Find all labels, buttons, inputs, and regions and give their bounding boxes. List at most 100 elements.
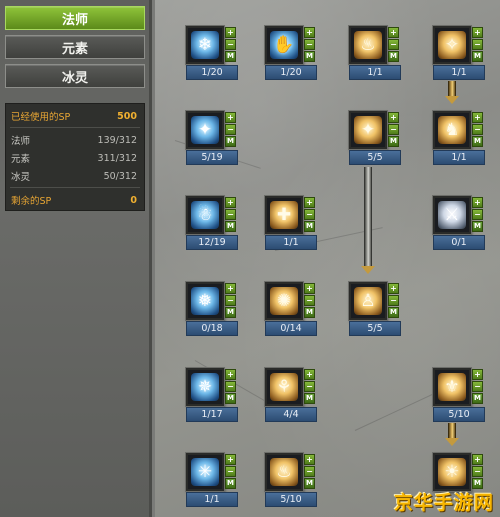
skill-max-button[interactable]: M [472, 136, 483, 147]
skill-max-button[interactable]: M [225, 221, 236, 232]
skill-slot: ✋ + − M 1/20 [265, 26, 321, 82]
skill-minus-button[interactable]: − [225, 39, 236, 50]
sp-row-mage: 法师 139/312 [11, 133, 137, 148]
skill-max-button[interactable]: M [225, 478, 236, 489]
sp-remaining-value: 0 [130, 194, 137, 206]
ice-crystal-icon: ❅ [191, 287, 219, 315]
skill-max-button[interactable]: M [304, 393, 315, 404]
skill-max-button[interactable]: M [304, 221, 315, 232]
skill-minus-button[interactable]: − [225, 209, 236, 220]
skill-button[interactable]: ⚘ [265, 368, 303, 406]
skill-button[interactable]: ✚ [265, 196, 303, 234]
skill-button[interactable]: ✦ [186, 111, 224, 149]
skill-max-button[interactable]: M [225, 51, 236, 62]
skill-button[interactable]: ✧ [433, 26, 471, 64]
skill-max-button[interactable]: M [225, 307, 236, 318]
skill-button[interactable]: ✵ [186, 368, 224, 406]
skill-plus-button[interactable]: + [304, 454, 315, 465]
skill-plus-button[interactable]: + [225, 27, 236, 38]
skill-button[interactable]: ♨ [349, 26, 387, 64]
skill-minus-button[interactable]: − [225, 381, 236, 392]
skill-minus-button[interactable]: − [225, 124, 236, 135]
sp-row-elemental: 元素 311/312 [11, 151, 137, 166]
skill-slot: ♨ + − M 1/1 [349, 26, 405, 82]
skill-max-button[interactable]: M [304, 478, 315, 489]
skill-minus-button[interactable]: − [225, 295, 236, 306]
skill-button[interactable]: ♙ [349, 282, 387, 320]
skill-slot: ✚ + − M 1/1 [265, 196, 321, 252]
skill-max-button[interactable]: M [388, 136, 399, 147]
skill-button[interactable]: ☃ [186, 196, 224, 234]
tab-ice-spirit[interactable]: 冰灵 [5, 64, 145, 88]
skill-max-button[interactable]: M [388, 307, 399, 318]
skill-max-button[interactable]: M [304, 307, 315, 318]
skill-plus-button[interactable]: + [304, 27, 315, 38]
skill-level: 5/5 [349, 150, 401, 165]
skill-plus-button[interactable]: + [225, 369, 236, 380]
ice-swirl-icon: ❄ [191, 31, 219, 59]
skill-plus-button[interactable]: + [472, 27, 483, 38]
skill-button[interactable]: ❅ [186, 282, 224, 320]
tab-mage[interactable]: 法师 [5, 6, 145, 30]
skill-max-button[interactable]: M [304, 51, 315, 62]
skill-plus-button[interactable]: + [388, 27, 399, 38]
skill-button[interactable]: ✦ [349, 111, 387, 149]
fire-sun-icon: ☀ [438, 458, 466, 486]
skill-minus-button[interactable]: − [472, 124, 483, 135]
skill-plus-button[interactable]: + [304, 283, 315, 294]
skill-plus-button[interactable]: + [388, 112, 399, 123]
skill-plus-button[interactable]: + [472, 454, 483, 465]
skill-max-button[interactable]: M [472, 51, 483, 62]
skill-minus-button[interactable]: − [304, 466, 315, 477]
ice-claw-icon: ✋ [270, 31, 298, 59]
skill-minus-button[interactable]: − [225, 466, 236, 477]
skill-minus-button[interactable]: − [388, 39, 399, 50]
tab-elemental[interactable]: 元素 [5, 35, 145, 59]
ice-star-icon: ✦ [191, 116, 219, 144]
prereq-arrow-shaft [448, 81, 456, 97]
skill-level: 5/10 [433, 407, 485, 422]
skill-plus-button[interactable]: + [472, 112, 483, 123]
skill-max-button[interactable]: M [388, 51, 399, 62]
skill-max-button[interactable]: M [472, 221, 483, 232]
skill-minus-button[interactable]: − [304, 381, 315, 392]
skill-plus-button[interactable]: + [225, 197, 236, 208]
skill-plus-button[interactable]: + [388, 283, 399, 294]
skill-button[interactable]: ♨ [265, 453, 303, 491]
skill-minus-button[interactable]: − [304, 209, 315, 220]
skill-plus-button[interactable]: + [304, 197, 315, 208]
prereq-arrow-shaft [448, 423, 456, 439]
skill-minus-button[interactable]: − [472, 209, 483, 220]
skill-max-button[interactable]: M [225, 136, 236, 147]
skill-plus-button[interactable]: + [472, 369, 483, 380]
skill-minus-button[interactable]: − [388, 295, 399, 306]
skill-minus-button[interactable]: − [472, 466, 483, 477]
skill-max-button[interactable]: M [472, 393, 483, 404]
skill-button[interactable]: ❄ [186, 26, 224, 64]
skill-level: 1/1 [349, 65, 401, 80]
fire-wings-icon: ✧ [438, 31, 466, 59]
skill-minus-button[interactable]: − [388, 124, 399, 135]
skill-minus-button[interactable]: − [304, 39, 315, 50]
skill-button[interactable]: ♞ [433, 111, 471, 149]
skill-plus-button[interactable]: + [225, 454, 236, 465]
skill-plus-button[interactable]: + [472, 197, 483, 208]
skill-plus-button[interactable]: + [225, 283, 236, 294]
skill-max-button[interactable]: M [225, 393, 236, 404]
skill-button[interactable]: ☀ [433, 453, 471, 491]
skill-button[interactable]: ✺ [265, 282, 303, 320]
skill-minus-button[interactable]: − [472, 381, 483, 392]
skill-button[interactable]: ✳ [186, 453, 224, 491]
skill-slot: ❅ + − M 0/18 [186, 282, 242, 338]
skill-button[interactable]: ⚔ [433, 196, 471, 234]
skill-button[interactable]: ⚜ [433, 368, 471, 406]
skill-button[interactable]: ✋ [265, 26, 303, 64]
skill-minus-button[interactable]: − [472, 39, 483, 50]
skill-plus-button[interactable]: + [304, 369, 315, 380]
skill-level: 1/1 [265, 235, 317, 250]
sidebar: 法师 元素 冰灵 已经使用的SP 500 法师 139/312 元素 311/3… [0, 0, 152, 517]
skill-plus-button[interactable]: + [225, 112, 236, 123]
skill-slot: ❄ + − M 1/20 [186, 26, 242, 82]
skill-minus-button[interactable]: − [304, 295, 315, 306]
light-blade-icon: ⚔ [438, 201, 466, 229]
